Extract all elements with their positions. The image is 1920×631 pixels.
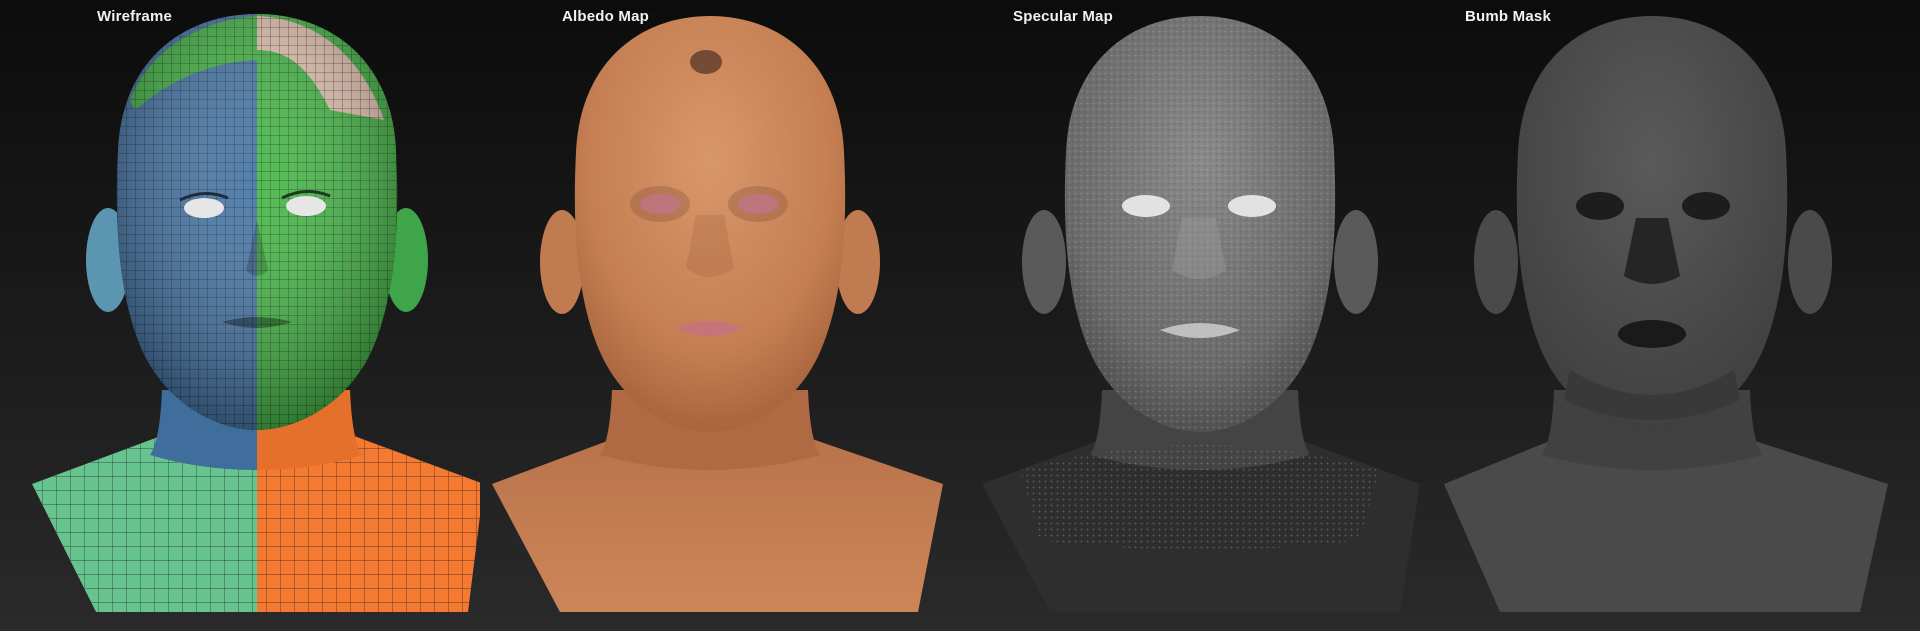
panel-specular: Specular Map [960, 0, 1440, 631]
render-sheet: Wireframe Albedo Map Specular Map Bumb M… [0, 0, 1920, 631]
bump-head-icon [1444, 16, 1888, 612]
panel-bump: Bumb Mask [1440, 0, 1920, 631]
wireframe-head-icon [32, 14, 480, 612]
albedo-head-icon [492, 16, 943, 612]
panel-wireframe: Wireframe [0, 0, 480, 631]
panel-albedo: Albedo Map [480, 0, 960, 631]
specular-head-icon [982, 16, 1420, 612]
